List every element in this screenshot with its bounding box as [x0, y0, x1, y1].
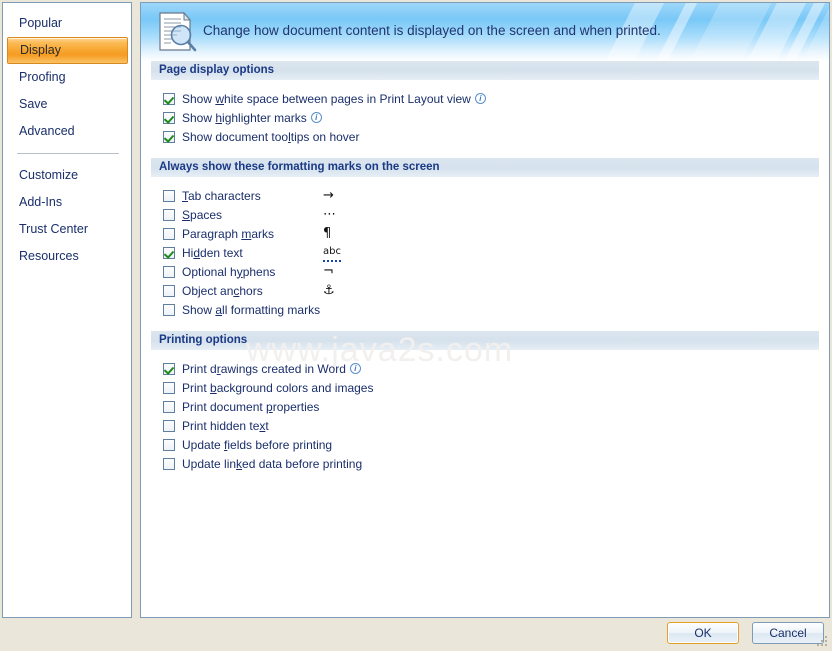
- checkbox-label: Update linked data before printing: [182, 457, 362, 471]
- checkbox-checked[interactable]: [163, 247, 175, 259]
- section-title: Page display options: [151, 61, 819, 81]
- checkbox-label: Paragraph marks: [182, 227, 274, 241]
- checkbox-unchecked[interactable]: [163, 190, 175, 202]
- checkbox-row[interactable]: Print hidden text: [141, 416, 829, 435]
- checkbox-unchecked[interactable]: [163, 382, 175, 394]
- checkbox-label: Spaces: [182, 208, 222, 222]
- navigation-separator: [17, 153, 119, 154]
- checkbox-label: Hidden text: [182, 246, 243, 260]
- checkbox-row[interactable]: Tab characters →: [141, 186, 829, 205]
- checkbox-unchecked[interactable]: [163, 304, 175, 316]
- page-banner: Change how document content is displayed…: [141, 3, 829, 61]
- sidebar-item-trust-center[interactable]: Trust Center: [3, 216, 131, 243]
- checkbox-checked[interactable]: [163, 112, 175, 124]
- checkbox-unchecked[interactable]: [163, 266, 175, 278]
- formatting-mark-glyph: ⚓: [323, 281, 335, 300]
- sidebar-item-display[interactable]: Display: [7, 37, 128, 64]
- checkbox-label: Object anchors: [182, 284, 263, 298]
- checkbox-row[interactable]: Show white space between pages in Print …: [141, 89, 829, 108]
- content-pane: Change how document content is displayed…: [140, 2, 830, 618]
- options-body: www.java2s.com Page display optionsShow …: [141, 61, 829, 485]
- sidebar-item-add-ins[interactable]: Add-Ins: [3, 189, 131, 216]
- checkbox-row[interactable]: Show all formatting marks: [141, 300, 829, 319]
- banner-description: Change how document content is displayed…: [203, 23, 661, 38]
- checkbox-row[interactable]: Object anchors ⚓: [141, 281, 829, 300]
- checkbox-label: Update fields before printing: [182, 438, 332, 452]
- sidebar-item-resources[interactable]: Resources: [3, 243, 131, 270]
- checkbox-unchecked[interactable]: [163, 401, 175, 413]
- info-icon[interactable]: i: [475, 93, 486, 104]
- formatting-mark-glyph: ¬: [323, 262, 334, 281]
- checkbox-checked[interactable]: [163, 93, 175, 105]
- checkbox-label: Print background colors and images: [182, 381, 373, 395]
- checkbox-label: Show all formatting marks: [182, 303, 320, 317]
- sidebar-item-popular[interactable]: Popular: [3, 10, 131, 37]
- ok-button[interactable]: OK: [667, 622, 739, 644]
- checkbox-row[interactable]: Print background colors and images: [141, 378, 829, 397]
- checkbox-checked[interactable]: [163, 363, 175, 375]
- section-options: Print drawings created in Word i Print bac…: [141, 351, 829, 485]
- checkbox-unchecked[interactable]: [163, 420, 175, 432]
- document-magnifier-icon: [157, 11, 197, 53]
- checkbox-label: Tab characters: [182, 189, 261, 203]
- checkbox-unchecked[interactable]: [163, 439, 175, 451]
- checkbox-row[interactable]: Show highlighter marks i: [141, 108, 829, 127]
- checkbox-unchecked[interactable]: [163, 285, 175, 297]
- checkbox-label: Show document tooltips on hover: [182, 130, 359, 144]
- sidebar-item-advanced[interactable]: Advanced: [3, 118, 131, 145]
- checkbox-label: Print drawings created in Word: [182, 362, 346, 376]
- info-icon[interactable]: i: [311, 112, 322, 123]
- formatting-mark-glyph: ⋯: [323, 205, 336, 224]
- section-formatting-marks: Always show these formatting marks on th…: [141, 158, 829, 331]
- checkbox-checked[interactable]: [163, 131, 175, 143]
- formatting-mark-glyph: abc: [323, 244, 341, 262]
- checkbox-row[interactable]: Update linked data before printing: [141, 454, 829, 473]
- checkbox-row[interactable]: Optional hyphens ¬: [141, 262, 829, 281]
- checkbox-unchecked[interactable]: [163, 228, 175, 240]
- checkbox-label: Optional hyphens: [182, 265, 275, 279]
- checkbox-row[interactable]: Print drawings created in Word i: [141, 359, 829, 378]
- checkbox-row[interactable]: Spaces ⋯: [141, 205, 829, 224]
- section-options: Show white space between pages in Print …: [141, 81, 829, 158]
- info-icon[interactable]: i: [350, 363, 361, 374]
- checkbox-row[interactable]: Update fields before printing: [141, 435, 829, 454]
- checkbox-label: Print document properties: [182, 400, 319, 414]
- checkbox-label: Print hidden text: [182, 419, 269, 433]
- cancel-button[interactable]: Cancel: [752, 622, 824, 644]
- checkbox-label: Show highlighter marks: [182, 111, 307, 125]
- formatting-mark-glyph: →: [323, 186, 334, 205]
- section-printing-options: Printing optionsPrint drawings created i…: [141, 331, 829, 485]
- options-dialog: PopularDisplayProofingSaveAdvanced Custo…: [0, 0, 832, 651]
- checkbox-row[interactable]: Paragraph marks ¶: [141, 224, 829, 243]
- checkbox-unchecked[interactable]: [163, 209, 175, 221]
- checkbox-row[interactable]: Hidden text abc: [141, 243, 829, 262]
- section-options: Tab characters→Spaces⋯Paragraph marks¶Hi…: [141, 178, 829, 331]
- sidebar-item-proofing[interactable]: Proofing: [3, 64, 131, 91]
- resize-grip-icon[interactable]: [817, 636, 829, 648]
- sidebar-item-save[interactable]: Save: [3, 91, 131, 118]
- section-title: Always show these formatting marks on th…: [151, 158, 819, 178]
- checkbox-unchecked[interactable]: [163, 458, 175, 470]
- checkbox-row[interactable]: Show document tooltips on hover: [141, 127, 829, 146]
- section-page-display-options: Page display options Show white space bet…: [141, 61, 829, 158]
- formatting-mark-glyph: ¶: [323, 224, 331, 243]
- section-title: Printing options: [151, 331, 819, 351]
- checkbox-label: Show white space between pages in Print …: [182, 92, 471, 106]
- navigation-pane: PopularDisplayProofingSaveAdvanced Custo…: [2, 2, 132, 618]
- sidebar-item-customize[interactable]: Customize: [3, 162, 131, 189]
- checkbox-row[interactable]: Print document properties: [141, 397, 829, 416]
